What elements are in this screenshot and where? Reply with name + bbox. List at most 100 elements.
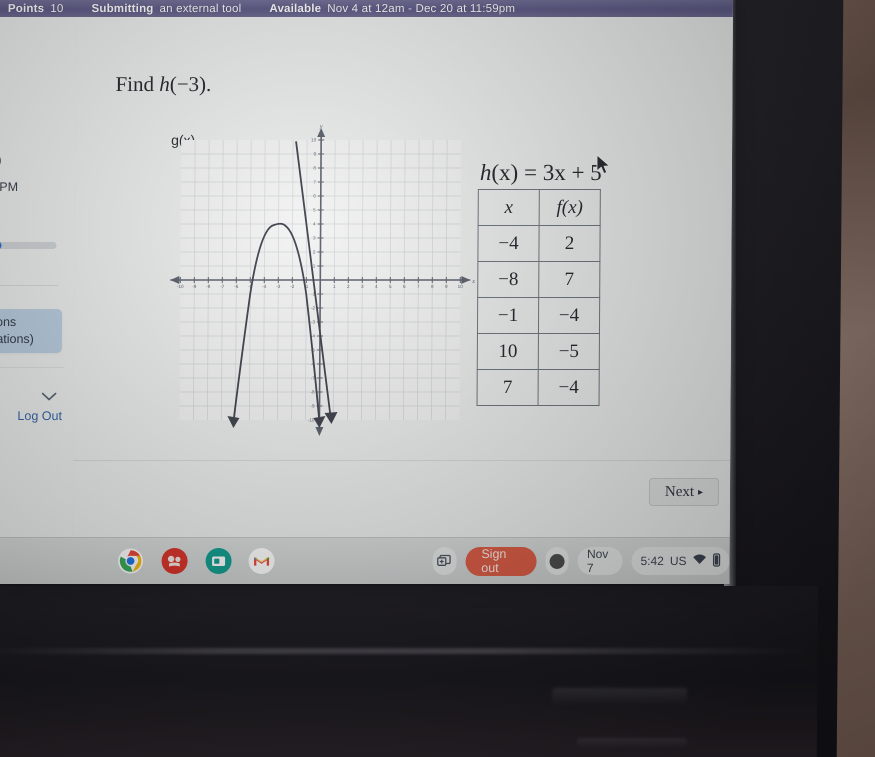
y-axis-arrow-down [315, 427, 324, 436]
table-cell-fx: 2 [538, 225, 601, 262]
shelf-locale: US [669, 554, 687, 568]
svg-text:-9: -9 [192, 284, 197, 289]
table-cell-fx: 7 [538, 261, 600, 298]
equation-rhs: 3x + 5 [542, 160, 602, 185]
svg-text:1: 1 [313, 264, 316, 269]
shelf-date: Nov 7 [586, 547, 609, 575]
svg-text:-6: -6 [234, 284, 239, 289]
table-row: 7 −4 [477, 369, 600, 406]
y-axis-name: y [319, 124, 323, 130]
parabola-arrow-right [313, 416, 326, 428]
svg-text:8: 8 [431, 284, 434, 289]
chevron-down-icon[interactable] [41, 392, 57, 401]
svg-text:4: 4 [375, 284, 378, 289]
x-axis-name: x [471, 279, 475, 285]
sidebar-item-label-line1: ons [0, 315, 17, 329]
laptop-base [0, 586, 819, 757]
svg-text:1: 1 [333, 284, 336, 289]
laptop-screen: Points 10 Submitting an external tool Av… [0, 0, 734, 584]
svg-text:-8: -8 [206, 284, 211, 289]
points-label: Points [7, 2, 45, 15]
table-cell-fx: −4 [538, 369, 600, 406]
shelf-time: 5:42 [640, 554, 664, 568]
log-out-link[interactable]: Log Out [17, 409, 62, 423]
table-header-row: x f(x) [478, 189, 601, 226]
date-pill[interactable]: Nov 7 [577, 547, 623, 575]
sidebar-item-label-line2: ntations) [0, 332, 34, 346]
available-label: Available [269, 2, 322, 15]
prompt-prefix: Find [115, 72, 160, 96]
table-row: 10 −5 [477, 333, 600, 370]
svg-text:-3: -3 [276, 284, 281, 289]
svg-text:9: 9 [313, 152, 316, 157]
equation-equals: = [523, 160, 538, 185]
table-header-x: x [478, 189, 540, 226]
cast-icon[interactable] [432, 547, 457, 575]
quiz-content-panel: Find h(−3). g(x) [72, 17, 733, 537]
graph-figure: g(x) [163, 122, 477, 442]
chromeos-shelf: Sign out Nov 7 5:42 US [0, 537, 730, 584]
sidebar-time-fragment: 9 PM [0, 180, 19, 194]
table-row: −1 −4 [477, 297, 600, 334]
laptop-hinge [0, 648, 808, 654]
slides-icon[interactable] [205, 548, 232, 574]
parabola-arrow-left [227, 416, 240, 428]
shelf-status-tray: Sign out Nov 7 5:42 US [432, 544, 730, 578]
svg-text:-2: -2 [290, 284, 295, 289]
next-button[interactable]: Next ▸ [648, 478, 720, 506]
x-axis-arrow-left [170, 276, 180, 284]
svg-text:-4: -4 [262, 284, 267, 289]
table-cell-x: −8 [477, 261, 539, 298]
table-header-fx: f(x) [539, 189, 601, 226]
photo-backdrop: Points 10 Submitting an external tool Av… [0, 0, 875, 757]
x-axis-arrow-right [461, 276, 471, 284]
clock-status-pill[interactable]: 5:42 US [631, 547, 730, 575]
table-cell-fx: −4 [538, 297, 600, 334]
sign-out-button[interactable]: Sign out [465, 546, 537, 576]
table-cell-x: 10 [477, 333, 539, 370]
red-app-icon[interactable] [161, 548, 188, 574]
laptop-vent-secondary [576, 738, 687, 748]
table-row: −4 2 [477, 225, 601, 262]
svg-text:7: 7 [417, 284, 420, 289]
next-button-label: Next [664, 483, 695, 500]
available-value: Nov 4 at 12am - Dec 20 at 11:59pm [327, 2, 516, 15]
svg-text:-10: -10 [177, 284, 184, 289]
assignment-header-bar: Points 10 Submitting an external tool Av… [0, 0, 733, 17]
table-cell-fx: −5 [538, 333, 600, 370]
chrome-icon[interactable] [117, 548, 144, 574]
svg-text:-9: -9 [310, 404, 315, 409]
points-value: 10 [50, 2, 64, 15]
svg-text:9: 9 [445, 284, 448, 289]
avatar[interactable] [545, 547, 570, 575]
sidebar-due-fragment: /8) [0, 153, 2, 167]
sidebar-divider-2 [0, 367, 64, 368]
svg-text:3: 3 [361, 284, 364, 289]
sign-out-label: Sign out [481, 547, 507, 575]
wifi-icon [693, 554, 707, 568]
function-value-table: x f(x) −4 2 −8 7 −1 −4 10 −5 7 −4 [476, 189, 601, 406]
footer-divider [73, 460, 731, 461]
svg-text:10: 10 [458, 284, 464, 289]
sidebar-divider-1 [0, 285, 59, 286]
svg-text:5: 5 [389, 284, 392, 289]
svg-text:-2: -2 [311, 306, 316, 311]
gmail-icon[interactable] [248, 548, 275, 574]
svg-text:-3: -3 [311, 320, 316, 325]
equation-lhs-name: h [479, 160, 492, 185]
sidebar: /8) 9 PM ons ntations) Log Out [0, 17, 77, 537]
svg-text:6: 6 [403, 284, 406, 289]
table-cell-x: −4 [477, 225, 540, 262]
sidebar-item-active[interactable]: ons ntations) [0, 309, 63, 353]
laptop-vent [552, 688, 688, 704]
page-body: /8) 9 PM ons ntations) Log Out [0, 17, 733, 537]
avatar-image [549, 553, 565, 569]
function-equation: h(x) = 3x + 5 [480, 160, 602, 186]
svg-text:-8: -8 [310, 390, 315, 395]
svg-text:2: 2 [347, 284, 350, 289]
svg-text:5: 5 [313, 208, 316, 213]
submitting-value: an external tool [159, 2, 242, 15]
prompt-function-name: h [159, 72, 170, 96]
prompt-argument: (−3). [169, 72, 212, 96]
svg-text:3: 3 [313, 236, 316, 241]
